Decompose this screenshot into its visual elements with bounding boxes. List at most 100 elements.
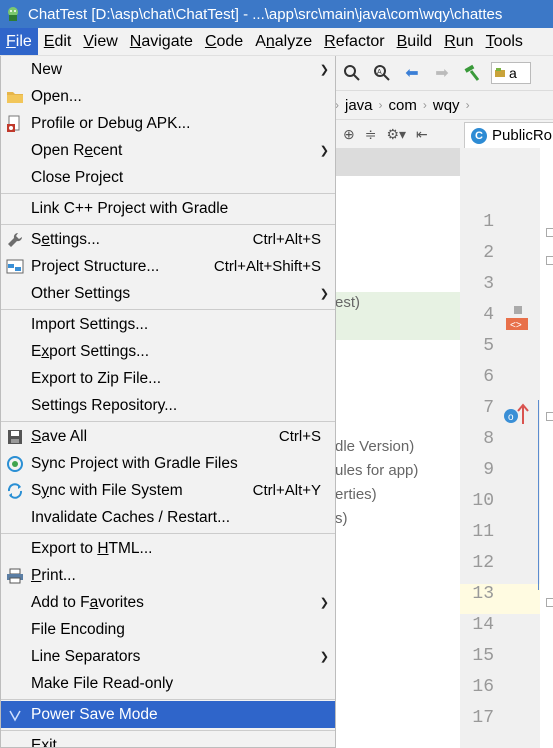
menu-view[interactable]: View xyxy=(77,28,123,55)
menu-item-project-structure[interactable]: Project Structure... Ctrl+Alt+Shift+S xyxy=(1,253,335,280)
target-icon[interactable]: ⊕ xyxy=(343,126,355,143)
code-area[interactable] xyxy=(540,148,553,748)
line-number: 3 xyxy=(483,274,494,294)
breadcrumb-separator: › xyxy=(465,98,470,112)
check-icon xyxy=(5,705,25,725)
menu-code[interactable]: Code xyxy=(199,28,249,55)
menu-item-label: Open... xyxy=(31,87,82,105)
override-method-icon[interactable]: o xyxy=(503,402,533,426)
menu-item-line-separators[interactable]: Line Separators ❯ xyxy=(1,643,335,670)
menu-navigate[interactable]: Navigate xyxy=(124,28,199,55)
android-studio-icon xyxy=(4,5,22,23)
menu-item-save-all[interactable]: Save All Ctrl+S xyxy=(1,423,335,450)
menu-item-label: Sync with File System xyxy=(31,481,183,499)
main-toolbar: A ⬅ ➡ a xyxy=(335,56,553,90)
menu-item-export-zip[interactable]: Export to Zip File... xyxy=(1,365,335,392)
menu-refactor[interactable]: Refactor xyxy=(318,28,390,55)
file-menu-dropdown: New ❯ Open... Profile or Debug APK... Open R… xyxy=(0,56,336,748)
fold-marker[interactable] xyxy=(546,598,553,607)
menu-item-label: Link C++ Project with Gradle xyxy=(31,199,229,217)
menu-item-open-recent[interactable]: Open Recent ❯ xyxy=(1,137,335,164)
run-config-selector[interactable]: a xyxy=(491,62,531,84)
menu-item-open[interactable]: Open... xyxy=(1,83,335,110)
menu-item-label: Make File Read-only xyxy=(31,674,174,692)
menu-item-label: Export to HTML... xyxy=(31,539,153,557)
line-number: 14 xyxy=(472,615,494,635)
menu-build[interactable]: Build xyxy=(391,28,439,55)
menu-item-shortcut: Ctrl+Alt+Shift+S xyxy=(213,258,321,275)
menu-item-label: Export to Zip File... xyxy=(31,369,162,387)
line-number: 6 xyxy=(483,367,494,387)
menu-separator xyxy=(1,224,335,225)
title-bar: ChatTest [D:\asp\chat\ChatTest] - ...\ap… xyxy=(0,0,553,28)
menu-item-sync-fs[interactable]: Sync with File System Ctrl+Alt+Y xyxy=(1,477,335,504)
gradle-sync-icon xyxy=(5,454,25,474)
hide-panel-icon[interactable]: ⇤ xyxy=(416,126,428,143)
menu-item-other-settings[interactable]: Other Settings ❯ xyxy=(1,280,335,307)
android-layout-icon[interactable]: <> xyxy=(506,304,528,332)
project-tree-row[interactable]: ules for app) xyxy=(335,462,460,479)
menu-item-label: Exit xyxy=(31,736,57,748)
build-hammer-icon[interactable] xyxy=(461,62,483,84)
fold-marker[interactable] xyxy=(546,228,553,237)
menu-item-exit[interactable]: Exit xyxy=(1,732,335,748)
line-number: 9 xyxy=(483,460,494,480)
project-tree-row[interactable]: erties) xyxy=(335,486,460,503)
editor-tab[interactable]: C PublicRo xyxy=(464,122,553,148)
menu-edit[interactable]: Edit xyxy=(38,28,78,55)
project-tree-row[interactable]: s) xyxy=(335,510,460,527)
menu-item-settings[interactable]: Settings... Ctrl+Alt+S xyxy=(1,226,335,253)
menu-item-settings-repository[interactable]: Settings Repository... xyxy=(1,392,335,419)
menu-item-sync-gradle[interactable]: Sync Project with Gradle Files xyxy=(1,450,335,477)
menu-item-export-html[interactable]: Export to HTML... xyxy=(1,535,335,562)
gear-icon[interactable]: ⚙▾ xyxy=(386,126,406,143)
menu-item-export-settings[interactable]: Export Settings... xyxy=(1,338,335,365)
menu-bar: File Edit View Navigate Code Analyze Refactor B… xyxy=(0,28,553,56)
menu-item-print[interactable]: Print... xyxy=(1,562,335,589)
menu-item-close-project[interactable]: Close Project xyxy=(1,164,335,191)
collapse-all-icon[interactable]: ≑ xyxy=(365,126,377,143)
menu-item-power-save[interactable]: Power Save Mode xyxy=(1,701,335,728)
fold-marker[interactable] xyxy=(546,412,553,421)
menu-analyze[interactable]: Analyze xyxy=(249,28,318,55)
project-tree-row[interactable]: dle Version) xyxy=(335,438,460,455)
menu-item-label: Export Settings... xyxy=(31,342,150,360)
menu-file[interactable]: File xyxy=(0,28,38,55)
line-number: 7 xyxy=(483,398,494,418)
project-panel: est) dle Version) ules for app) erties) … xyxy=(335,148,460,748)
line-number: 5 xyxy=(483,336,494,356)
replace-icon[interactable]: A xyxy=(371,62,393,84)
menu-separator xyxy=(1,730,335,731)
fold-marker[interactable] xyxy=(546,256,553,265)
find-icon[interactable] xyxy=(341,62,363,84)
menu-item-link-cpp[interactable]: Link C++ Project with Gradle xyxy=(1,195,335,222)
menu-item-profile-debug-apk[interactable]: Profile or Debug APK... xyxy=(1,110,335,137)
editor-tab-label: PublicRo xyxy=(492,127,553,144)
run-config-label: a xyxy=(509,65,517,81)
menu-separator xyxy=(1,533,335,534)
menu-item-label: Close Project xyxy=(31,168,124,186)
menu-run[interactable]: Run xyxy=(438,28,479,55)
menu-item-import-settings[interactable]: Import Settings... xyxy=(1,311,335,338)
menu-item-shortcut: Ctrl+Alt+Y xyxy=(252,482,321,499)
menu-item-new[interactable]: New ❯ xyxy=(1,56,335,83)
menu-item-label: File Encoding xyxy=(31,620,125,638)
menu-item-invalidate-caches[interactable]: Invalidate Caches / Restart... xyxy=(1,504,335,531)
menu-item-file-encoding[interactable]: File Encoding xyxy=(1,616,335,643)
back-icon[interactable]: ⬅ xyxy=(401,62,423,84)
forward-icon[interactable]: ➡ xyxy=(431,62,453,84)
menu-item-shortcut: Ctrl+S xyxy=(278,428,321,445)
menu-item-add-favorites[interactable]: Add to Favorites ❯ xyxy=(1,589,335,616)
breadcrumb-item[interactable]: com xyxy=(383,97,423,114)
menu-tools[interactable]: Tools xyxy=(480,28,529,55)
submenu-arrow-icon: ❯ xyxy=(319,288,329,300)
folder-icon xyxy=(5,87,25,107)
project-panel-toolbar: ⊕ ≑ ⚙▾ ⇤ xyxy=(335,120,460,148)
breadcrumb-item[interactable]: wqy xyxy=(427,97,466,114)
menu-item-make-read-only[interactable]: Make File Read-only xyxy=(1,670,335,697)
project-tree-row[interactable]: est) xyxy=(335,294,460,311)
menu-item-label: Open Recent xyxy=(31,141,123,159)
menu-item-label: Import Settings... xyxy=(31,315,149,333)
breadcrumb-item[interactable]: java xyxy=(339,97,379,114)
apk-icon xyxy=(5,114,25,134)
